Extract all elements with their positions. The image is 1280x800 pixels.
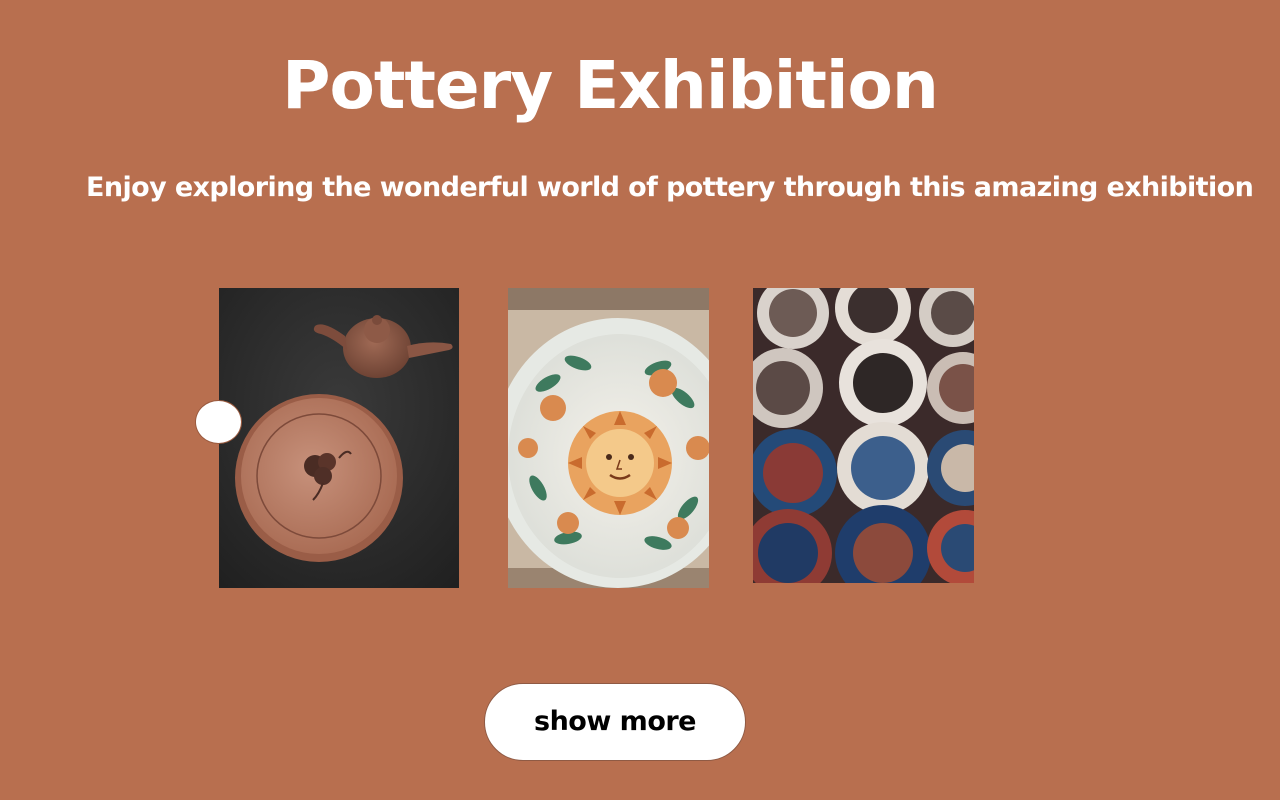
gallery-photo-decorative-plates[interactable] [753, 288, 974, 583]
page-subtitle: Enjoy exploring the wonderful world of p… [86, 172, 1254, 203]
painted-bowl-image [508, 288, 709, 588]
exhibition-page: Pottery Exhibition Enjoy exploring the w… [0, 0, 1280, 800]
carousel-prev-dot[interactable] [195, 400, 242, 444]
gallery-photo-painted-bowl[interactable] [508, 288, 709, 588]
decorative-plates-image [753, 288, 974, 583]
teapot-plate-image [219, 288, 459, 588]
show-more-button[interactable]: show more [484, 683, 746, 761]
gallery-photo-teapot[interactable] [219, 288, 459, 588]
page-title: Pottery Exhibition [282, 47, 939, 124]
